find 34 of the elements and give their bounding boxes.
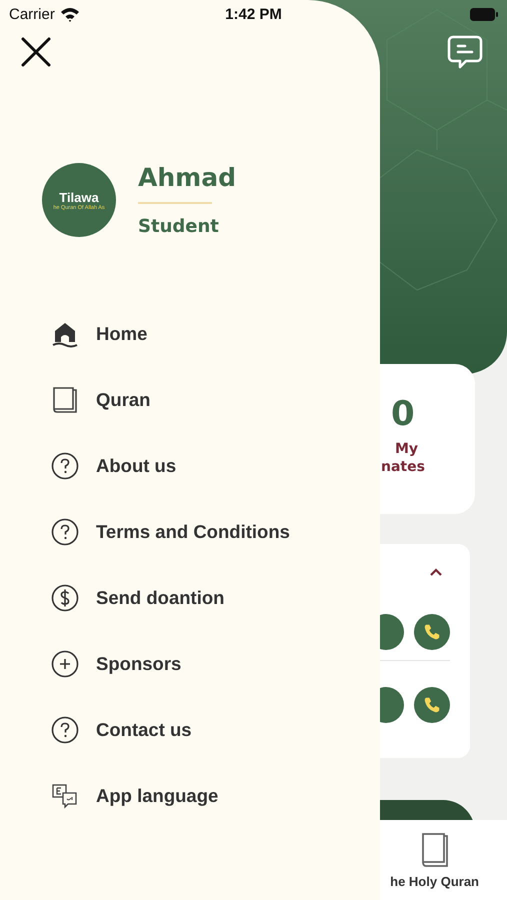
- help-icon: [51, 518, 79, 546]
- dollar-icon: [51, 584, 79, 612]
- quran-tab[interactable]: he Holy Quran: [390, 820, 479, 900]
- book-icon: [420, 832, 450, 868]
- stat-label: nates: [381, 458, 426, 476]
- menu-item[interactable]: Contact us: [0, 697, 380, 763]
- chat-icon[interactable]: [447, 34, 483, 70]
- call-button[interactable]: [414, 614, 450, 650]
- menu-item[interactable]: Sponsors: [0, 631, 380, 697]
- stat-value: 0: [391, 394, 416, 434]
- user-name: Ahmad: [138, 163, 236, 192]
- call-button[interactable]: [414, 687, 450, 723]
- menu-item[interactable]: Home: [0, 301, 380, 367]
- menu-item[interactable]: App language: [0, 763, 380, 829]
- wifi-icon: [60, 6, 80, 22]
- menu-item[interactable]: Quran: [0, 367, 380, 433]
- phone-icon: [423, 696, 441, 714]
- menu-item[interactable]: Terms and Conditions: [0, 499, 380, 565]
- carrier-label: Carrier: [9, 6, 55, 22]
- book-icon: [51, 386, 79, 414]
- home-icon: [51, 320, 79, 348]
- help-icon: [51, 716, 79, 744]
- status-time: 1:42 PM: [224, 6, 283, 22]
- menu-item[interactable]: About us: [0, 433, 380, 499]
- battery-icon: [470, 8, 498, 20]
- help-icon: [51, 452, 79, 480]
- phone-icon: [423, 623, 441, 641]
- plus-icon: [51, 650, 79, 678]
- chevron-icon[interactable]: [430, 568, 442, 576]
- user-role: Student: [138, 216, 219, 237]
- menu-item[interactable]: Send doantion: [0, 565, 380, 631]
- stat-label: My: [395, 440, 420, 458]
- language-icon: [51, 782, 79, 810]
- close-icon[interactable]: [21, 37, 51, 67]
